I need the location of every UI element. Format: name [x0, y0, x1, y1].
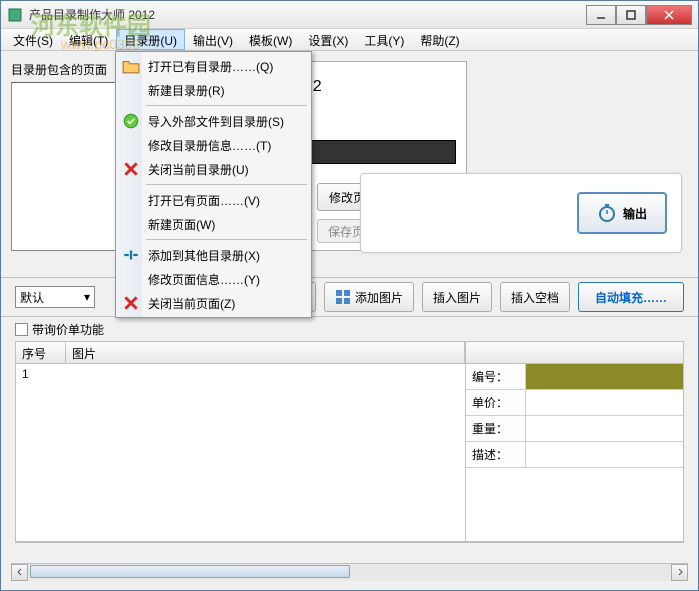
- menu-open-page[interactable]: 打开已有页面……(V): [118, 188, 309, 212]
- add-image-button[interactable]: 添加图片: [324, 282, 414, 312]
- menubar: 文件(S) 编辑(T) 目录册(U) 输出(V) 模板(W) 设置(X) 工具(…: [1, 29, 698, 51]
- close-red-icon: [122, 294, 140, 312]
- detail-row-desc[interactable]: 描述：: [466, 442, 683, 468]
- menu-output[interactable]: 输出(V): [185, 29, 241, 50]
- close-red-icon: [122, 160, 140, 178]
- menu-edit[interactable]: 编辑(T): [61, 29, 116, 50]
- menu-tools[interactable]: 工具(Y): [356, 29, 412, 50]
- menu-modify-page[interactable]: 修改页面信息……(Y): [118, 267, 309, 291]
- menu-separator: [146, 239, 307, 240]
- menu-settings[interactable]: 设置(X): [300, 29, 356, 50]
- window-titlebar: 产品目录制作大师 2012: [1, 1, 698, 29]
- sidebar-pages-label: 目录册包含的页面: [11, 61, 131, 78]
- menu-catalog[interactable]: 目录册(U): [116, 29, 185, 50]
- menu-separator: [146, 105, 307, 106]
- scroll-track[interactable]: [28, 564, 671, 581]
- stopwatch-icon: [597, 203, 617, 223]
- minimize-button[interactable]: [586, 5, 616, 25]
- scroll-left-button[interactable]: [11, 564, 28, 581]
- menu-close-catalog[interactable]: 关闭当前目录册(U): [118, 157, 309, 181]
- menu-close-page[interactable]: 关闭当前页面(Z): [118, 291, 309, 315]
- detail-row-price[interactable]: 单价：: [466, 390, 683, 416]
- toolbar: 默认 ▾ 导入文件夹 添加图片 插入图片 插入空档 自动填充……: [1, 277, 698, 317]
- detail-desc-value[interactable]: [526, 442, 683, 467]
- menu-separator: [146, 184, 307, 185]
- detail-row-weight[interactable]: 重量：: [466, 416, 683, 442]
- insert-image-button[interactable]: 插入图片: [422, 282, 492, 312]
- scroll-thumb[interactable]: [30, 565, 350, 578]
- chevron-down-icon: ▾: [84, 290, 90, 304]
- menu-new-page[interactable]: 新建页面(W): [118, 212, 309, 236]
- close-button[interactable]: [646, 5, 692, 25]
- menu-new-catalog[interactable]: 新建目录册(R): [118, 78, 309, 102]
- import-icon: [122, 112, 140, 130]
- output-panel: 输出: [360, 173, 682, 253]
- menu-add-to-other[interactable]: 添加到其他目录册(X): [118, 243, 309, 267]
- sidebar-pages-list[interactable]: [11, 82, 131, 251]
- detail-weight-value[interactable]: [526, 416, 683, 441]
- menu-help[interactable]: 帮助(Z): [412, 29, 467, 50]
- window-title: 产品目录制作大师 2012: [29, 6, 586, 23]
- folder-open-icon: [122, 57, 140, 75]
- add-blue-icon: [122, 246, 140, 264]
- inquiry-checkbox[interactable]: [15, 323, 28, 336]
- auto-fill-button[interactable]: 自动填充……: [578, 282, 684, 312]
- menu-import-file[interactable]: 导入外部文件到目录册(S): [118, 109, 309, 133]
- menu-file[interactable]: 文件(S): [5, 29, 61, 50]
- data-table: 序号 图片 1 编号： 单价：: [15, 341, 684, 542]
- catalog-dropdown-menu: 打开已有目录册……(Q) 新建目录册(R) 导入外部文件到目录册(S) 修改目录…: [115, 51, 312, 318]
- app-icon: [7, 7, 23, 23]
- table-header-seq[interactable]: 序号: [16, 342, 66, 363]
- insert-blank-button[interactable]: 插入空档: [500, 282, 570, 312]
- menu-template[interactable]: 模板(W): [241, 29, 300, 50]
- maximize-button[interactable]: [616, 5, 646, 25]
- toolbar-style-dropdown[interactable]: 默认 ▾: [15, 286, 95, 308]
- table-row[interactable]: 1: [16, 364, 465, 384]
- scroll-right-button[interactable]: [671, 564, 688, 581]
- table-header-image[interactable]: 图片: [66, 342, 465, 363]
- menu-modify-catalog[interactable]: 修改目录册信息……(T): [118, 133, 309, 157]
- inquiry-label: 带询价单功能: [32, 321, 104, 338]
- output-button[interactable]: 输出: [577, 192, 667, 234]
- grid-icon: [335, 289, 351, 305]
- detail-price-value[interactable]: [526, 390, 683, 415]
- detail-id-value[interactable]: [526, 364, 683, 389]
- horizontal-scrollbar[interactable]: [11, 563, 688, 580]
- menu-open-catalog[interactable]: 打开已有目录册……(Q): [118, 54, 309, 78]
- detail-row-id[interactable]: 编号：: [466, 364, 683, 390]
